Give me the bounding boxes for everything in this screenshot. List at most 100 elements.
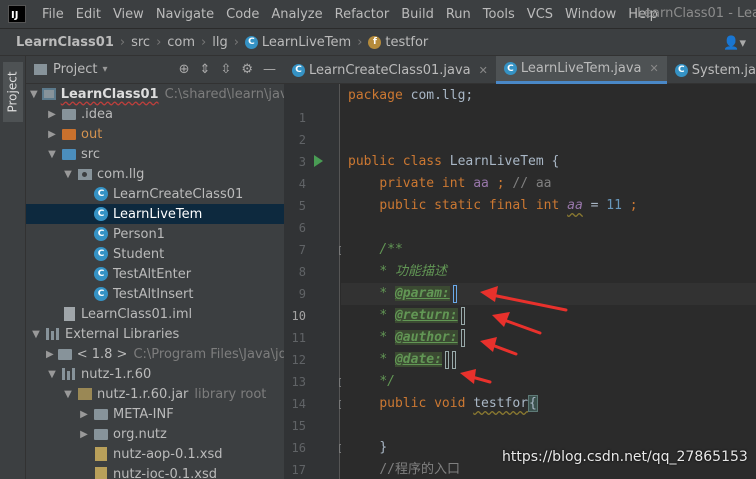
- chevron-down-icon[interactable]: ▼: [46, 369, 58, 380]
- javadoc-close: */: [379, 374, 395, 389]
- tree-item-external-libraries[interactable]: ▼ External Libraries: [26, 324, 284, 344]
- tree-item-jdk[interactable]: ▶ < 1.8 > C:\Program Files\Java\jdk: [26, 344, 284, 364]
- brace-close: }: [379, 440, 388, 455]
- tree-item-org-nutz[interactable]: ▶ org.nutz: [26, 424, 284, 444]
- code-line: /**: [341, 239, 756, 261]
- keyword: public class: [348, 154, 442, 169]
- chevron-down-icon[interactable]: ▼: [30, 89, 38, 100]
- tree-item-class[interactable]: C TestAltInsert: [26, 284, 284, 304]
- tree-item-hint: C:\shared\learn\java_p: [164, 86, 284, 102]
- package-name: com.llg;: [402, 88, 474, 103]
- tree-item-src[interactable]: ▼ src: [26, 144, 284, 164]
- breadcrumb-llg[interactable]: llg: [212, 35, 227, 50]
- class-icon: C: [94, 207, 108, 221]
- tree-item-idea[interactable]: ▶ .idea: [26, 104, 284, 124]
- user-icon[interactable]: 👤▾: [723, 36, 746, 51]
- tree-item-label: .idea: [81, 106, 113, 122]
- code-line-current: * @param:: [341, 283, 756, 305]
- menu-window[interactable]: Window: [559, 7, 622, 22]
- tree-item-library[interactable]: ▼ nutz-1.r.60: [26, 364, 284, 384]
- tree-item-class[interactable]: C Student: [26, 244, 284, 264]
- chevron-right-icon[interactable]: ▶: [46, 129, 58, 140]
- line-number: 13: [291, 375, 306, 389]
- chevron-down-icon[interactable]: ▼: [46, 149, 58, 160]
- chevron-right-icon[interactable]: ▶: [78, 409, 90, 420]
- window-title: LearnClass01 - Learn: [637, 6, 756, 21]
- class-icon: C: [503, 62, 517, 75]
- chevron-down-icon[interactable]: ▼: [62, 169, 74, 180]
- tree-item-class[interactable]: C TestAltEnter: [26, 264, 284, 284]
- tree-item-label: nutz-1.r.60: [81, 366, 152, 382]
- run-icon[interactable]: [314, 155, 323, 167]
- tree-item-jar[interactable]: ▼ nutz-1.r.60.jar library root: [26, 384, 284, 404]
- code-line: * @date:: [341, 349, 756, 371]
- template-variable-box[interactable]: [460, 306, 465, 325]
- intellij-logo-icon[interactable]: IJ: [8, 5, 26, 23]
- minimize-icon[interactable]: —: [263, 62, 276, 77]
- menu-build[interactable]: Build: [395, 7, 440, 22]
- tree-item-xsd[interactable]: nutz-ioc-0.1.xsd: [26, 464, 284, 479]
- chevron-right-icon[interactable]: ▶: [46, 109, 58, 120]
- tree-item-label: out: [81, 126, 103, 142]
- javadoc-tag-date: @date:: [394, 352, 442, 367]
- template-variable-box[interactable]: [460, 328, 465, 347]
- menu-tools[interactable]: Tools: [477, 7, 521, 22]
- tree-item-class[interactable]: C LearnCreateClass01: [26, 184, 284, 204]
- chevron-down-icon[interactable]: ▼: [62, 389, 74, 400]
- tree-item-iml[interactable]: LearnClass01.iml: [26, 304, 284, 324]
- menu-navigate[interactable]: Navigate: [150, 7, 220, 22]
- tab-learn-live-tem[interactable]: C LearnLiveTem.java ✕: [495, 56, 667, 84]
- tree-item-package[interactable]: ▼ com.llg: [26, 164, 284, 184]
- menu-file[interactable]: File: [36, 7, 70, 22]
- menu-run[interactable]: Run: [440, 7, 477, 22]
- class-icon: C: [244, 35, 258, 49]
- chevron-right-icon[interactable]: ▶: [78, 429, 90, 440]
- tree-item-class-selected[interactable]: C LearnLiveTem: [26, 204, 284, 224]
- code-editor[interactable]: package com.llg; public class LearnLiveT…: [341, 84, 756, 479]
- chevron-right-icon[interactable]: ▶: [46, 349, 54, 360]
- menu-edit[interactable]: Edit: [70, 7, 107, 22]
- close-icon[interactable]: ✕: [479, 64, 488, 77]
- locate-icon[interactable]: ⊕: [179, 62, 190, 77]
- breadcrumb-class[interactable]: LearnLiveTem: [262, 35, 351, 50]
- project-tool-tab[interactable]: Project: [3, 62, 23, 122]
- class-icon: C: [94, 267, 108, 281]
- tree-item-label: META-INF: [113, 406, 174, 422]
- menu-bar: IJ File Edit View Navigate Code Analyze …: [0, 0, 756, 28]
- punctuation: ;: [621, 198, 638, 213]
- gear-icon[interactable]: ⚙: [241, 62, 253, 77]
- library-icon: [62, 368, 76, 380]
- class-icon: C: [674, 63, 688, 77]
- line-number: 14: [291, 397, 306, 411]
- breadcrumb-src[interactable]: src: [131, 35, 150, 50]
- template-variable-box[interactable]: [451, 350, 456, 369]
- expand-all-icon[interactable]: ⇕: [200, 62, 211, 77]
- line-comment: // aa: [512, 176, 552, 191]
- breadcrumb-method[interactable]: testfor: [385, 35, 428, 50]
- method-icon: f: [368, 35, 382, 49]
- jar-icon: [78, 388, 92, 400]
- collapse-all-icon[interactable]: ⇳: [220, 62, 231, 77]
- breadcrumb-com[interactable]: com: [167, 35, 195, 50]
- chevron-down-icon[interactable]: ▼: [30, 329, 42, 340]
- tree-item-hint: C:\Program Files\Java\jdk: [133, 346, 284, 362]
- tree-item-out[interactable]: ▶ out: [26, 124, 284, 144]
- close-icon[interactable]: ✕: [650, 62, 659, 75]
- menu-code[interactable]: Code: [220, 7, 265, 22]
- menu-analyze[interactable]: Analyze: [265, 7, 328, 22]
- tree-item-class[interactable]: C Person1: [26, 224, 284, 244]
- tab-system[interactable]: C System.java ✕: [667, 56, 756, 84]
- tree-item-xsd[interactable]: nutz-aop-0.1.xsd: [26, 444, 284, 464]
- chevron-down-icon[interactable]: ▾: [102, 64, 107, 75]
- breadcrumb-project[interactable]: LearnClass01: [16, 35, 114, 50]
- menu-vcs[interactable]: VCS: [521, 7, 559, 22]
- tree-item-project-root[interactable]: ▼ LearnClass01 C:\shared\learn\java_p: [26, 84, 284, 104]
- project-view-selector[interactable]: Project: [53, 62, 97, 77]
- line-number: 4: [298, 177, 306, 191]
- menu-view[interactable]: View: [107, 7, 150, 22]
- tree-item-meta-inf[interactable]: ▶ META-INF: [26, 404, 284, 424]
- tab-learn-create-class01[interactable]: C LearnCreateClass01.java ✕: [284, 56, 496, 84]
- menu-refactor[interactable]: Refactor: [329, 7, 396, 22]
- template-variable-box[interactable]: [444, 350, 449, 369]
- template-variable-caret[interactable]: [452, 284, 457, 303]
